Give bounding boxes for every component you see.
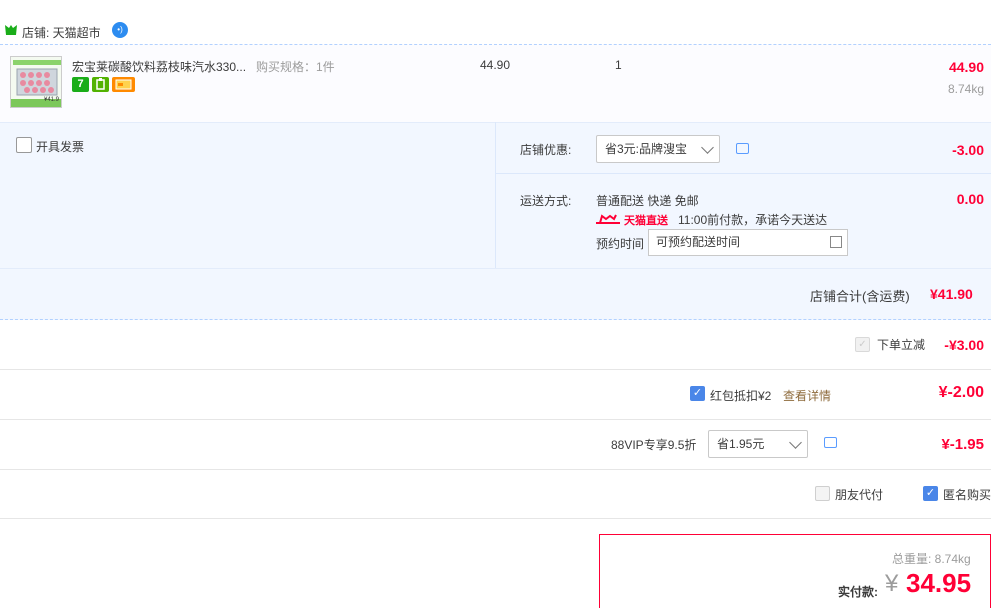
total-weight: 总重量: 8.74kg [892,552,971,566]
shop-discount-amount: -3.00 [952,142,984,158]
chevron-down-icon [701,141,714,154]
chevron-down-icon [789,436,802,449]
divider [0,518,991,519]
quality-guarantee-icon[interactable] [92,77,109,92]
shipping-label: 运送方式: [520,194,572,208]
shop-total-label: 店铺合计(含运费) [810,289,910,304]
seven-day-return-icon[interactable]: 7 [72,77,89,92]
shop-total-value: ¥41.90 [930,286,973,302]
shop-discount-label: 店铺优惠: [520,143,572,157]
item-spec: 购买规格：1件 [256,60,335,74]
thumb-price-label: ¥41.9 [44,97,60,103]
appointment-input[interactable]: 可预约配送时间 [648,229,848,256]
shop-discount-value: 省3元:品牌溲宝 [605,142,688,156]
tmall-direct-label: 天猫直送 [624,215,668,227]
invoice-checkbox[interactable] [16,137,32,153]
vip-discount-value: ¥-1.95 [941,436,984,453]
divider [496,173,991,174]
invoice-label: 开具发票 [36,140,85,154]
pay-label: 实付款: [838,585,878,599]
card-payment-icon[interactable] [112,77,135,92]
shop-discount-select[interactable]: 省3元:品牌溲宝 [596,135,720,163]
anonymous-checkbox[interactable]: ✓ [923,486,938,501]
tmall-cat-icon [596,214,620,224]
divider [0,369,991,370]
unit-price: 44.90 [480,58,511,72]
cart-item-row [0,44,991,122]
red-packet-value: ¥-2.00 [938,384,984,401]
item-weight: 8.74kg [947,82,984,96]
friend-pay-label: 朋友代付 [835,488,884,502]
calendar-icon[interactable] [830,236,842,248]
red-packet-label: 红包抵扣¥2 [710,389,772,403]
message-icon[interactable] [824,437,837,448]
appointment-label: 预约时间 [596,237,645,251]
item-title-link[interactable]: 宏宝莱碳酸饮料荔枝味汽水330... [72,58,252,75]
vip-discount-select[interactable]: 省1.95元 [708,430,808,458]
item-quantity: 1 [615,58,622,72]
chat-bubble-icon[interactable]: •) [112,22,128,38]
divider [0,419,991,420]
divider [0,469,991,470]
vip-label: 88VIP专享9.5折 [611,438,697,452]
shipping-method: 普通配送 快递 免邮 [596,194,699,208]
shipping-amount: 0.00 [956,191,984,207]
appointment-value: 可预约配送时间 [656,235,741,249]
message-icon[interactable] [736,143,749,154]
shop-icon [5,25,17,35]
instant-discount-value: -¥3.00 [944,337,984,353]
divider [495,122,496,268]
anonymous-label: 匿名购买 [943,488,992,502]
shop-name[interactable]: 店铺: 天猫超市 [22,24,101,41]
pay-amount: 34.95 [906,568,972,598]
red-packet-checkbox[interactable]: ✓ [690,386,705,401]
instant-discount-checkbox: ✓ [855,337,870,352]
vip-select-value: 省1.95元 [717,437,765,451]
currency-symbol: ¥ [885,570,899,597]
item-subtotal: 44.90 [948,59,984,75]
delivery-promise: 11:00前付款，承诺今天送达 [678,213,828,227]
red-packet-details-link[interactable]: 查看详情 [783,387,831,404]
friend-pay-checkbox[interactable] [815,486,830,501]
